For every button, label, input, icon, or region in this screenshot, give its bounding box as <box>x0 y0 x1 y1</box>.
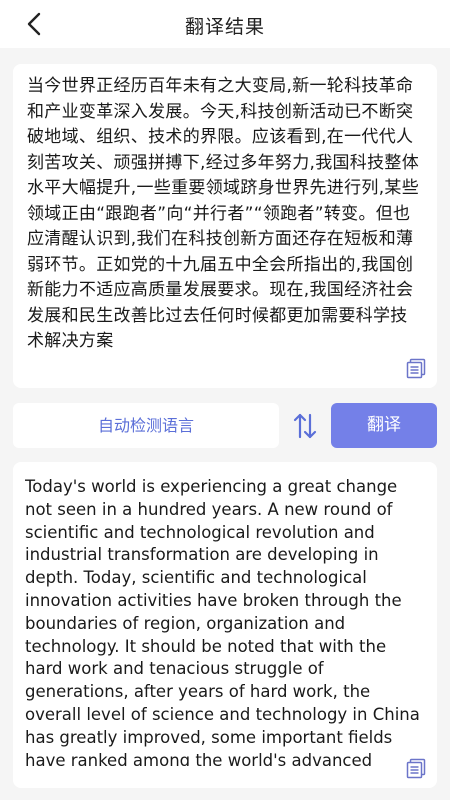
copy-translation-button[interactable] <box>405 757 427 779</box>
swap-language-button[interactable] <box>291 412 319 440</box>
header-bar: 翻译结果 <box>0 0 450 48</box>
language-detect-button[interactable]: 自动检测语言 <box>13 403 279 448</box>
copy-icon <box>406 358 426 379</box>
translate-button[interactable]: 翻译 <box>331 403 437 448</box>
copy-icon <box>406 758 426 779</box>
source-text-card[interactable]: 当今世界正经历百年未有之大变局,新一轮科技革命和产业变革深入发展。今天,科技创新… <box>13 64 437 388</box>
source-text[interactable]: 当今世界正经历百年未有之大变局,新一轮科技革命和产业变革深入发展。今天,科技创新… <box>27 74 423 380</box>
translation-result-screen: 翻译结果 当今世界正经历百年未有之大变局,新一轮科技革命和产业变革深入发展。今天… <box>0 0 450 800</box>
swap-arrows-icon <box>293 413 317 439</box>
target-text-card[interactable]: Today's world is experiencing a great ch… <box>13 462 437 788</box>
page-title: 翻译结果 <box>184 16 265 38</box>
translated-text[interactable]: Today's world is experiencing a great ch… <box>25 476 425 766</box>
copy-source-button[interactable] <box>405 357 427 379</box>
